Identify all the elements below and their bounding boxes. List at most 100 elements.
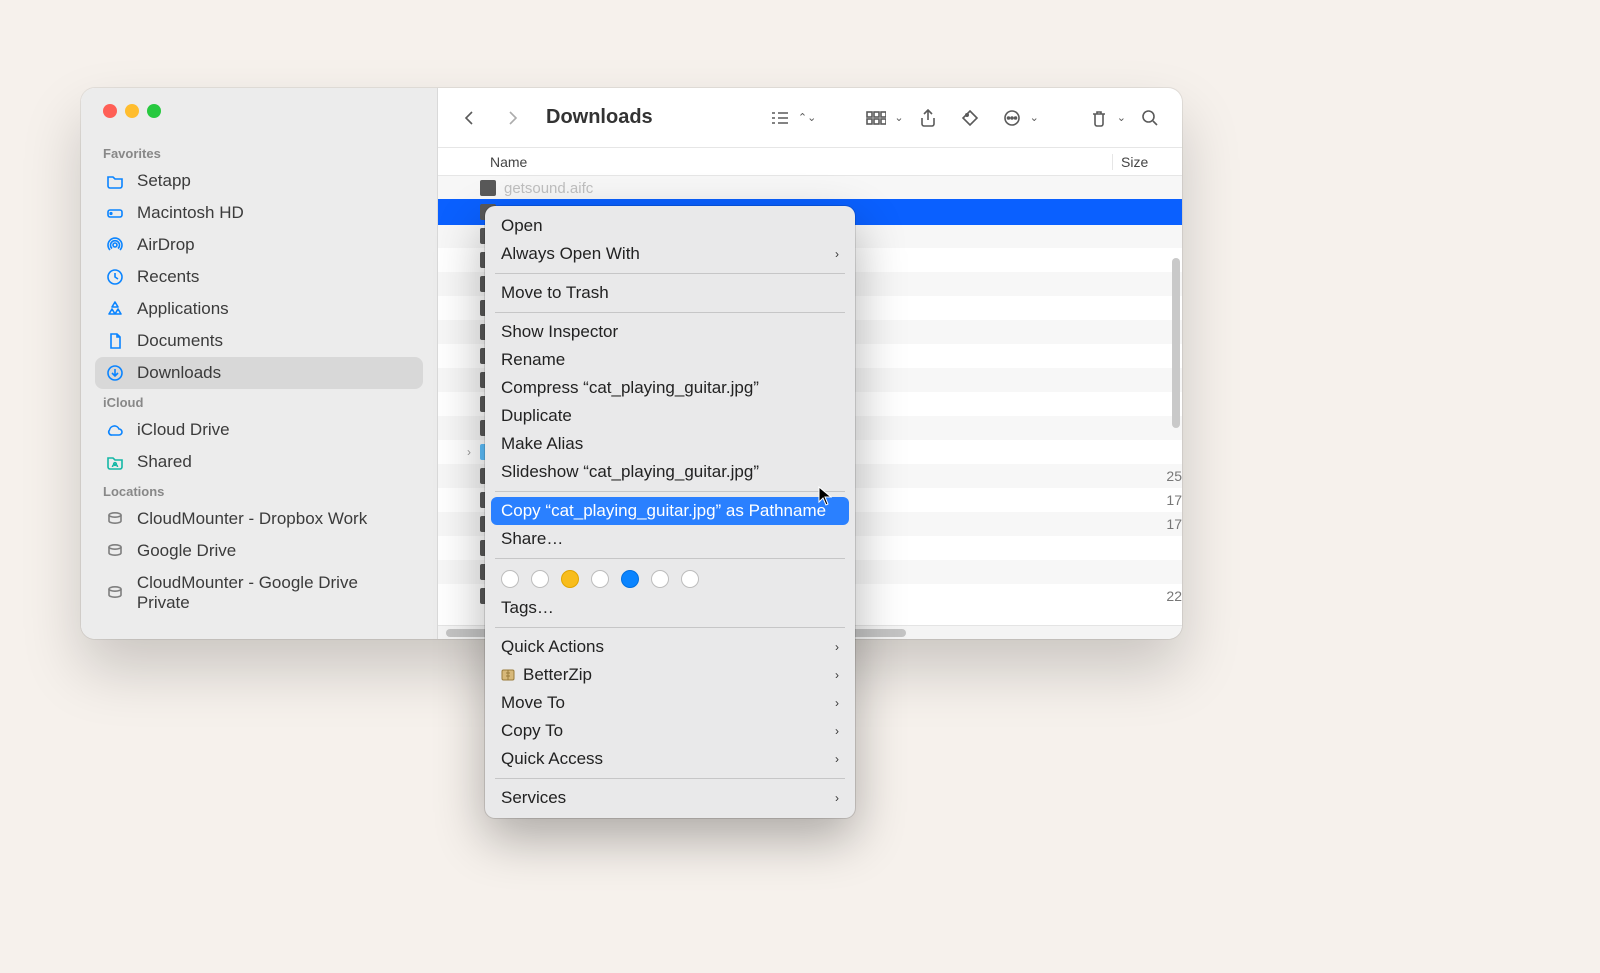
window-controls [81,104,437,140]
menu-item-label: Slideshow “cat_playing_guitar.jpg” [501,462,839,482]
menu-item-label: Duplicate [501,406,839,426]
sidebar-item-icloud-drive[interactable]: iCloud Drive [95,414,423,446]
menu-item-label: Share… [501,529,839,549]
close-window-button[interactable] [103,104,117,118]
file-name: getsound.aifc [504,180,1122,197]
mount-icon [105,583,125,603]
sidebar-item-label: Applications [137,299,229,319]
menu-item-label: Tags… [501,598,839,618]
sidebar-item-google-drive[interactable]: Google Drive [95,535,423,567]
forward-button[interactable] [494,100,530,136]
trash-menu-chevron[interactable]: ⌄ [1117,111,1126,124]
sidebar-item-applications[interactable]: Applications [95,293,423,325]
tag-empty-button[interactable] [531,570,549,588]
view-mode-menu-chevron[interactable]: ⌃⌄ [798,111,816,124]
tag-yellow-button[interactable] [561,570,579,588]
sidebar-item-downloads[interactable]: Downloads [95,357,423,389]
file-size: 22 [1122,588,1182,604]
vertical-scroll-thumb[interactable] [1172,258,1180,428]
back-button[interactable] [452,100,488,136]
sidebar-item-shared[interactable]: Shared [95,446,423,478]
search-button[interactable] [1132,100,1168,136]
menu-item-slideshow-cat-playing-guitar-jpg-[interactable]: Slideshow “cat_playing_guitar.jpg” [491,458,849,486]
view-mode-button[interactable] [762,100,798,136]
sidebar-section-label: Favorites [81,146,437,161]
menu-item-label: Open [501,216,839,236]
menu-item-label: Make Alias [501,434,839,454]
menu-item-always-open-with[interactable]: Always Open With› [491,240,849,268]
menu-item-label: Rename [501,350,839,370]
menu-item-tags-[interactable]: Tags… [491,594,849,622]
file-thumbnail [480,180,496,196]
sidebar-item-cloudmounter-google-drive-private[interactable]: CloudMounter - Google Drive Private [95,567,423,619]
group-menu-chevron[interactable]: ⌄ [894,111,903,124]
menu-item-move-to[interactable]: Move To› [491,689,849,717]
airdrop-icon [105,235,125,255]
sidebar-item-label: Shared [137,452,192,472]
menu-item-compress-cat-playing-guitar-jpg-[interactable]: Compress “cat_playing_guitar.jpg” [491,374,849,402]
tag-blue-button[interactable] [621,570,639,588]
trash-button[interactable] [1081,100,1117,136]
share-button[interactable] [910,100,946,136]
file-size: 17 [1122,516,1182,532]
menu-separator [495,491,845,492]
context-menu: Open Always Open With› Move to Trash Show I… [485,206,855,818]
menu-item-rename[interactable]: Rename [491,346,849,374]
tag-empty-button[interactable] [591,570,609,588]
tag-empty-button[interactable] [651,570,669,588]
menu-item-label: Compress “cat_playing_guitar.jpg” [501,378,839,398]
sidebar-item-macintosh-hd[interactable]: Macintosh HD [95,197,423,229]
disclosure-triangle[interactable]: › [462,445,476,459]
menu-item-duplicate[interactable]: Duplicate [491,402,849,430]
menu-item-quick-actions[interactable]: Quick Actions› [491,633,849,661]
chevron-right-icon: › [835,696,839,710]
tag-color-row [491,564,849,594]
menu-item-share-[interactable]: Share… [491,525,849,553]
action-button[interactable] [994,100,1030,136]
chevron-right-icon: › [835,640,839,654]
sidebar-item-label: Setapp [137,171,191,191]
tags-button[interactable] [952,100,988,136]
list-header: Name Size [438,148,1182,176]
sidebar-item-label: Macintosh HD [137,203,244,223]
action-menu-chevron[interactable]: ⌄ [1030,111,1039,124]
cloud-icon [105,420,125,440]
menu-item-open[interactable]: Open [491,212,849,240]
mount-icon [105,509,125,529]
menu-item-quick-access[interactable]: Quick Access› [491,745,849,773]
folder-icon [105,171,125,191]
mount-icon [105,541,125,561]
menu-item-move-to-trash[interactable]: Move to Trash [491,279,849,307]
tag-empty-button[interactable] [501,570,519,588]
archive-icon [499,666,517,684]
sidebar-item-cloudmounter-dropbox-work[interactable]: CloudMounter - Dropbox Work [95,503,423,535]
minimize-window-button[interactable] [125,104,139,118]
file-row[interactable]: getsound.aifc [438,176,1182,200]
file-size: 17 [1122,492,1182,508]
menu-item-services[interactable]: Services› [491,784,849,812]
window-title: Downloads [546,106,653,129]
sidebar-item-setapp[interactable]: Setapp [95,165,423,197]
sidebar-item-documents[interactable]: Documents [95,325,423,357]
menu-item-copy-to[interactable]: Copy To› [491,717,849,745]
menu-item-betterzip[interactable]: BetterZip› [491,661,849,689]
chevron-right-icon: › [835,752,839,766]
group-button[interactable] [858,100,894,136]
menu-item-make-alias[interactable]: Make Alias [491,430,849,458]
menu-item-label: Quick Actions [501,637,835,657]
menu-separator [495,273,845,274]
menu-item-show-inspector[interactable]: Show Inspector [491,318,849,346]
download-icon [105,363,125,383]
tag-empty-button[interactable] [681,570,699,588]
menu-separator [495,312,845,313]
chevron-right-icon: › [835,247,839,261]
toolbar: Downloads ⌃⌄ ⌄ ⌄ [438,88,1182,148]
menu-item-copy-cat-playing-guitar-jpg-as-pathname[interactable]: Copy “cat_playing_guitar.jpg” as Pathnam… [491,497,849,525]
zoom-window-button[interactable] [147,104,161,118]
column-name[interactable]: Name [490,154,1112,170]
sidebar-item-airdrop[interactable]: AirDrop [95,229,423,261]
menu-separator [495,558,845,559]
sidebar-item-recents[interactable]: Recents [95,261,423,293]
column-size[interactable]: Size [1112,154,1182,170]
menu-item-label: Copy To [501,721,835,741]
